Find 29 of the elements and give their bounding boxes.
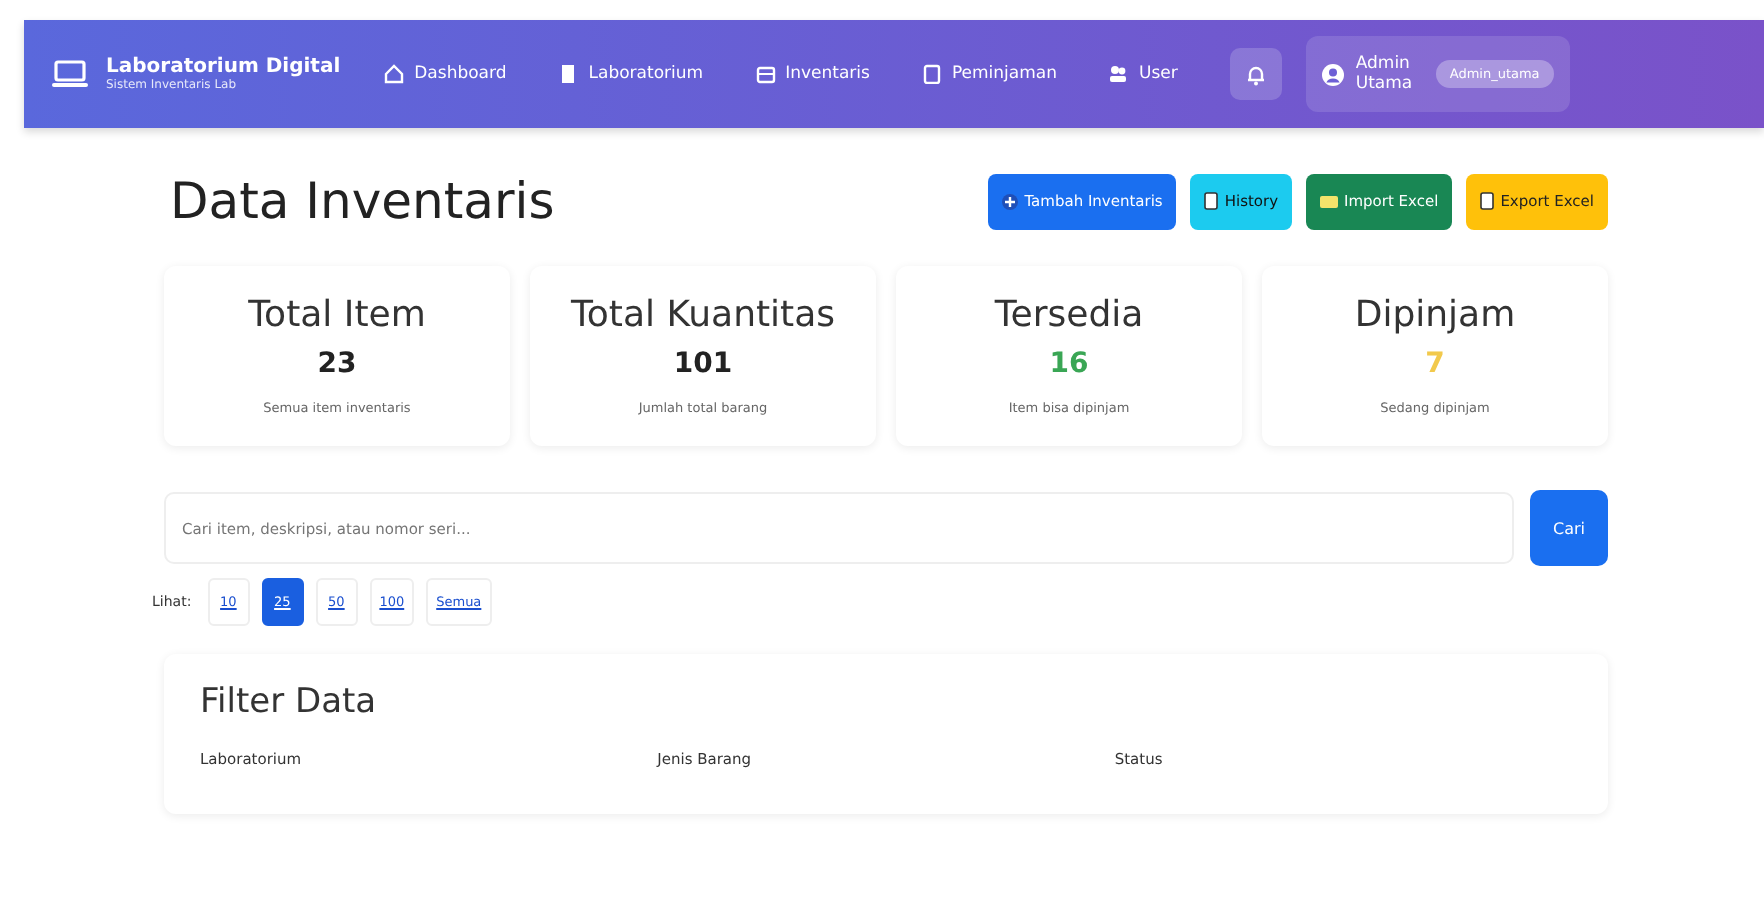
stat-value: 23 [317,348,357,380]
nav-link[interactable]: Laboratorium [558,58,704,90]
stat-title: Dipinjam [1354,294,1516,336]
user-name: Admin Utama [1355,53,1415,95]
stat-title: Tersedia [994,294,1144,336]
home-icon [384,64,405,84]
bell-icon [1245,63,1266,85]
plus-icon [1002,193,1019,209]
document-icon [1480,192,1495,210]
nav-link[interactable]: Peminjaman [921,58,1057,90]
nav-link[interactable]: Dashboard [384,58,507,90]
user-icon [1321,63,1344,85]
box-icon [755,64,776,84]
stat-value: 7 [1425,348,1445,380]
spreadsheet-icon [1320,195,1339,207]
document-icon [1204,192,1219,210]
users-icon [1108,64,1129,84]
stat-title: Total Kuantitas [570,294,836,336]
brand-title[interactable]: Laboratorium Digital [106,56,341,78]
laptop-icon [52,60,88,88]
stat-value: 101 [673,348,733,380]
nav-link[interactable]: Inventaris [755,58,870,90]
notification-button[interactable] [1229,48,1282,100]
nav-link[interactable]: User [1108,58,1178,90]
stat-title: Total Item [248,294,426,336]
page-title: Data Inventaris [170,172,555,230]
stat-value: 16 [1049,348,1089,380]
search-button[interactable]: Cari [1530,490,1608,566]
filter-title: Filter Data [200,682,379,722]
